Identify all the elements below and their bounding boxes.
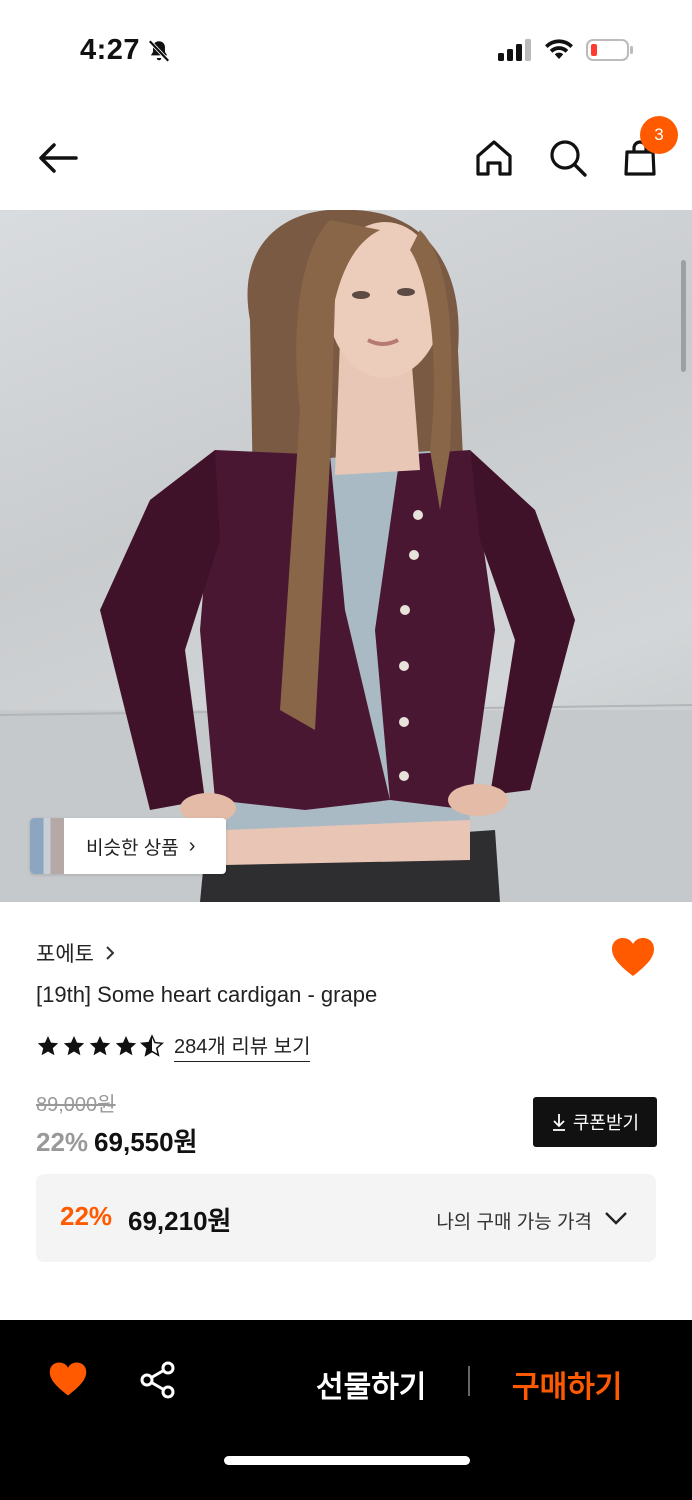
similar-products-label: 비슷한 상품 bbox=[86, 837, 179, 859]
share-icon[interactable] bbox=[138, 1360, 178, 1400]
half-star-icon bbox=[140, 1034, 164, 1057]
product-photo bbox=[0, 210, 692, 902]
chevron-down-icon bbox=[605, 1212, 627, 1225]
rating-row: 284개 리뷰 보기 bbox=[36, 1030, 311, 1062]
product-image[interactable]: 비슷한 상품 › bbox=[0, 210, 692, 902]
home-indicator bbox=[224, 1456, 470, 1465]
cart-count-badge: 3 bbox=[640, 116, 678, 154]
similar-products-button[interactable]: 비슷한 상품 › bbox=[30, 818, 226, 874]
my-price-box[interactable]: 22% 69,210원 나의 구매 가능 가격 bbox=[36, 1174, 656, 1262]
wishlist-heart-icon[interactable] bbox=[48, 1360, 88, 1398]
product-title: [19th] Some heart cardigan - grape bbox=[36, 982, 378, 1007]
wifi-icon bbox=[545, 39, 573, 59]
home-icon[interactable] bbox=[472, 136, 516, 180]
chevron-right-icon: › bbox=[188, 834, 196, 857]
status-indicators bbox=[498, 38, 634, 62]
my-available-price: 69,210원 bbox=[128, 1206, 232, 1236]
brand-link[interactable]: 포에토 bbox=[36, 938, 116, 968]
wishlist-heart-icon[interactable] bbox=[610, 936, 656, 978]
battery-icon bbox=[586, 39, 633, 61]
brand-name: 포에토 bbox=[36, 943, 94, 966]
image-scrollbar bbox=[681, 260, 686, 372]
bell-off-icon bbox=[148, 39, 170, 62]
discount-rate: 22% bbox=[36, 1127, 89, 1157]
star-icon bbox=[89, 1036, 111, 1056]
coupon-label: 쿠폰받기 bbox=[572, 1113, 640, 1133]
status-time: 4:27 bbox=[80, 34, 141, 66]
bottom-action-bar: 선물하기 구매하기 bbox=[0, 1320, 692, 1500]
divider bbox=[468, 1366, 470, 1396]
review-link[interactable]: 284개 리뷰 보기 bbox=[174, 1030, 311, 1062]
star-icon bbox=[37, 1036, 59, 1056]
buy-button[interactable]: 구매하기 bbox=[512, 1362, 622, 1406]
similar-product-thumbnail bbox=[30, 818, 64, 874]
status-time-group: 4:27 bbox=[80, 34, 172, 67]
chevron-right-icon bbox=[106, 946, 115, 960]
sale-price: 69,550원 bbox=[94, 1127, 198, 1157]
price-row: 22% 69,550원 bbox=[36, 1122, 198, 1159]
my-discount-rate: 22% bbox=[60, 1201, 113, 1231]
status-bar: 4:27 bbox=[0, 0, 692, 100]
top-nav-bar: 3 bbox=[0, 110, 692, 210]
my-price-label: 나의 구매 가능 가격 bbox=[436, 1212, 592, 1233]
search-icon[interactable] bbox=[546, 136, 590, 180]
star-icon bbox=[115, 1036, 137, 1056]
signal-icon bbox=[498, 39, 531, 61]
star-rating bbox=[36, 1034, 164, 1058]
download-icon bbox=[552, 1114, 565, 1131]
star-icon bbox=[63, 1036, 85, 1056]
back-arrow-icon[interactable] bbox=[34, 136, 82, 180]
gift-button[interactable]: 선물하기 bbox=[316, 1362, 426, 1406]
original-price: 89,000원 bbox=[36, 1094, 116, 1116]
coupon-download-button[interactable]: 쿠폰받기 bbox=[533, 1097, 657, 1147]
